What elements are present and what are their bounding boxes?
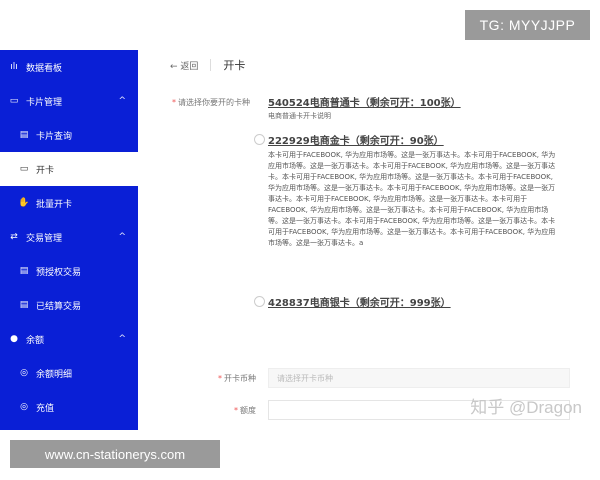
page-title: 开卡 [223,59,246,72]
sidebar-item-7[interactable]: ▤ 已结算交易 [0,288,138,322]
sidebar-item-label: 卡片管理 [26,97,63,108]
tg-badge: TG: MYYJJPP [465,10,590,40]
sidebar-item-1[interactable]: ▭ 卡片管理 ^ [0,84,138,118]
card-option-540524[interactable]: 540524电商普通卡（剩余可开：100张） 电商普通卡开卡说明 [268,94,461,121]
doc-icon: ▤ [19,266,29,276]
sidebar-item-label: 批量开卡 [36,199,73,210]
doc-icon: ▤ [19,130,29,140]
card-icon: ▭ [9,96,19,106]
sidebar-item-10[interactable]: ◎ 充值 [0,390,138,424]
sidebar-item-label: 余额明细 [36,369,73,380]
sidebar-item-label: 卡片查询 [36,131,73,142]
sidebar-item-5[interactable]: ⇄ 交易管理 ^ [0,220,138,254]
radio-button[interactable] [254,296,265,307]
radio-button[interactable] [254,134,265,145]
sidebar-item-2[interactable]: ▤ 卡片查询 [0,118,138,152]
sidebar-item-4[interactable]: ✋ 批量开卡 [0,186,138,220]
sidebar-item-label: 交易管理 [26,233,63,244]
card-option-desc: 电商普通卡开卡说明 [268,112,331,120]
watermark: 知乎 @Dragon [470,398,582,417]
site-badge: www.cn-stationerys.com [10,440,220,468]
chevron-up-icon[interactable]: ^ [118,334,126,344]
card-option-title: 428837电商银卡（剩余可开：999张） [268,298,451,309]
sidebar-item-label: 余额 [26,335,45,346]
sidebar-item-label: 开卡 [36,165,55,176]
sidebar-item-0[interactable]: ılı 数据看板 [0,50,138,84]
page-header: ← 返回 开卡 [170,54,245,76]
sidebar: ılı 数据看板 ▭ 卡片管理 ^ ▤ 卡片查询 ▭ 开卡 ✋ 批量开卡 ⇄ 交易管理 ^ ▤ 预授权交易 ▤ 已… [0,50,138,430]
amount-label: * 额度 [234,406,256,415]
card-icon: ▭ [19,164,29,174]
chart-icon: ılı [10,62,18,72]
card-option-222929[interactable]: 222929电商金卡（剩余可开：90张） 本卡可用于FACEBOOK, 华为应用… [254,132,558,249]
card-option-title: 540524电商普通卡（剩余可开：100张） [268,98,461,109]
doc-icon: ▤ [19,300,29,310]
sidebar-item-3[interactable]: ▭ 开卡 [0,152,138,186]
swap-icon: ⇄ [10,232,18,242]
currency-label: * 开卡币种 [218,374,256,383]
back-link[interactable]: ← 返回 [170,59,198,72]
sidebar-item-6[interactable]: ▤ 预授权交易 [0,254,138,288]
card-type-label: * 请选择你要开的卡种 [172,98,250,107]
card-option-title: 222929电商金卡（剩余可开：90张） [268,136,444,147]
main-content: ← 返回 开卡 * 请选择你要开的卡种 540524电商普通卡（剩余可开：100张… [150,50,590,430]
card-option-desc: 本卡可用于FACEBOOK, 华为应用市场等。这是一张万事达卡。本卡可用于FAC… [268,151,556,247]
circle-icon: ◎ [20,368,28,378]
header-divider [210,59,212,71]
circle-icon: ◎ [20,402,28,412]
sidebar-item-label: 预授权交易 [36,267,82,278]
hand-icon: ✋ [18,198,30,208]
sidebar-item-label: 已结算交易 [36,301,82,312]
sidebar-item-label: 数据看板 [26,63,63,74]
sidebar-item-label: 充值 [36,403,55,414]
card-option-428837[interactable]: 428837电商银卡（剩余可开：999张） [254,294,451,309]
sidebar-item-8[interactable]: ● 余额 ^ [0,322,138,356]
sidebar-item-9[interactable]: ◎ 余额明细 [0,356,138,390]
chevron-up-icon[interactable]: ^ [118,232,126,242]
currency-select[interactable]: 请选择开卡币种 [268,368,570,388]
dot-icon: ● [10,334,18,344]
chevron-up-icon[interactable]: ^ [118,96,126,106]
